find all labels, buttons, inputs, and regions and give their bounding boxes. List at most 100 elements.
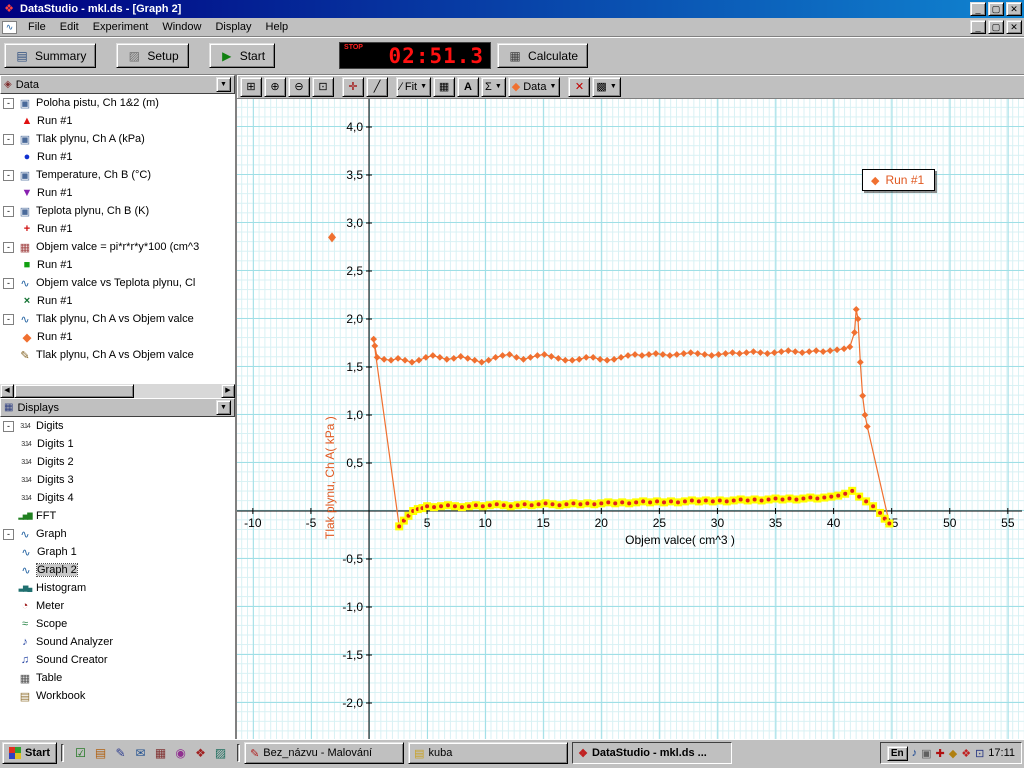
- data-source-row[interactable]: -▣Temperature, Ch B (°C): [0, 166, 235, 184]
- smart-tool-button[interactable]: ✛: [342, 77, 364, 97]
- data-point-marker[interactable]: [701, 351, 708, 358]
- data-point-marker[interactable]: [604, 357, 611, 364]
- data-point-marker[interactable]: [485, 357, 492, 364]
- data-point-marker[interactable]: [708, 352, 715, 359]
- tray-icon[interactable]: ▣: [921, 747, 931, 760]
- display-type-row[interactable]: ◔Meter: [0, 597, 235, 615]
- data-source-row[interactable]: -∿Objem valce vs Teplota plynu, Cl: [0, 274, 235, 292]
- menu-item-display[interactable]: Display: [208, 19, 258, 35]
- data-point-marker[interactable]: [464, 355, 471, 362]
- data-point-marker[interactable]: [569, 357, 576, 364]
- data-point-marker[interactable]: [659, 351, 666, 358]
- tray-icon[interactable]: ⊡: [975, 747, 984, 760]
- data-point-marker[interactable]: [666, 352, 673, 359]
- display-type-row[interactable]: ▦Table: [0, 669, 235, 687]
- quick-launch-icon[interactable]: ✎: [112, 745, 129, 762]
- zoom-in-button[interactable]: ⊕: [264, 77, 286, 97]
- language-indicator[interactable]: En: [887, 746, 908, 761]
- display-type-row[interactable]: -3.14Digits: [0, 417, 235, 435]
- data-point-marker[interactable]: [632, 351, 639, 358]
- tree-expander[interactable]: -: [3, 421, 14, 432]
- data-point-marker[interactable]: [513, 354, 520, 361]
- summary-button[interactable]: ▤ Summary: [4, 43, 96, 68]
- child-minimize-button[interactable]: _: [970, 20, 986, 34]
- data-point-marker[interactable]: [541, 351, 548, 358]
- data-point-marker[interactable]: [443, 356, 450, 363]
- data-menu-dropdown-arrow[interactable]: ▼: [549, 83, 556, 90]
- setup-button[interactable]: ▨ Setup: [116, 43, 188, 68]
- display-item[interactable]: 3.14Digits 1: [0, 435, 235, 453]
- tray-icon[interactable]: ♪: [912, 747, 918, 759]
- data-point-marker[interactable]: [673, 351, 680, 358]
- data-point-marker[interactable]: [853, 306, 860, 313]
- tree-expander[interactable]: -: [3, 278, 14, 289]
- quick-launch-icon[interactable]: ☑: [72, 745, 89, 762]
- tree-expander[interactable]: -: [3, 314, 14, 325]
- menu-item-window[interactable]: Window: [155, 19, 208, 35]
- run-item[interactable]: ◆Run #1: [0, 328, 235, 346]
- data-point-marker[interactable]: [736, 350, 743, 357]
- task-button[interactable]: ▤kuba: [408, 742, 568, 764]
- statistics-menu-dropdown-arrow[interactable]: ▼: [495, 83, 502, 90]
- chart-legend[interactable]: ◆ Run #1: [862, 169, 935, 191]
- data-point-marker[interactable]: [687, 349, 694, 356]
- run-item[interactable]: ●Run #1: [0, 148, 235, 166]
- data-point-marker[interactable]: [827, 347, 834, 354]
- menu-item-file[interactable]: File: [21, 19, 53, 35]
- run-item[interactable]: ■Run #1: [0, 256, 235, 274]
- data-point-marker[interactable]: [864, 423, 871, 430]
- data-source-row[interactable]: -▣Teplota plynu, Ch B (K): [0, 202, 235, 220]
- data-point-marker[interactable]: [520, 356, 527, 363]
- data-point-marker[interactable]: [859, 392, 866, 399]
- minimize-button[interactable]: _: [970, 2, 986, 16]
- run-item[interactable]: ▼Run #1: [0, 184, 235, 202]
- scale-to-fit-button[interactable]: ⊞: [240, 77, 262, 97]
- task-button[interactable]: ✎Bez_názvu - Malování: [244, 742, 404, 764]
- data-point-marker[interactable]: [416, 357, 423, 364]
- display-type-row[interactable]: ♫Sound Creator: [0, 651, 235, 669]
- run-item[interactable]: ▲Run #1: [0, 112, 235, 130]
- calculate-button[interactable]: ▦ Calculate: [497, 43, 588, 68]
- run1-points[interactable]: [370, 306, 870, 430]
- data-point-marker[interactable]: [395, 355, 402, 362]
- quick-launch-icon[interactable]: ◉: [172, 745, 189, 762]
- data-point-marker[interactable]: [548, 353, 555, 360]
- data-point-marker[interactable]: [457, 353, 464, 360]
- menu-item-help[interactable]: Help: [259, 19, 296, 35]
- tray-icon[interactable]: ◆: [949, 747, 957, 760]
- data-point-marker[interactable]: [597, 356, 604, 363]
- data-panel-header[interactable]: ◈ Data ▼: [0, 75, 235, 94]
- child-close-button[interactable]: ✕: [1006, 20, 1022, 34]
- data-point-marker[interactable]: [423, 354, 430, 361]
- data-point-marker[interactable]: [785, 347, 792, 354]
- restore-button[interactable]: ▢: [988, 2, 1004, 16]
- tree-expander[interactable]: -: [3, 170, 14, 181]
- start-menu-button[interactable]: Start: [2, 742, 57, 764]
- quick-launch-icon[interactable]: ▦: [152, 745, 169, 762]
- data-point-marker[interactable]: [492, 354, 499, 361]
- data-point-marker[interactable]: [478, 359, 485, 366]
- data-point-marker[interactable]: [857, 359, 864, 366]
- data-point-marker[interactable]: [611, 356, 618, 363]
- data-source-row[interactable]: ✎Tlak plynu, Ch A vs Objem valce: [0, 346, 235, 364]
- text-annotation-button[interactable]: A: [457, 77, 479, 97]
- data-menu-button[interactable]: ◆Data▼: [508, 77, 561, 97]
- data-point-marker[interactable]: [402, 357, 409, 364]
- data-source-row[interactable]: -▣Poloha pistu, Ch 1&2 (m): [0, 94, 235, 112]
- data-source-row[interactable]: -∿Tlak plynu, Ch A vs Objem valce: [0, 310, 235, 328]
- data-point-marker[interactable]: [450, 355, 457, 362]
- display-item[interactable]: 3.14Digits 2: [0, 453, 235, 471]
- zoom-select-button[interactable]: ⊡: [312, 77, 334, 97]
- data-source-row[interactable]: -▦Objem valce = pi*r*r*y*100 (cm^3: [0, 238, 235, 256]
- data-point-marker[interactable]: [722, 350, 729, 357]
- data-tree-hscrollbar[interactable]: ◀ ▶: [0, 384, 235, 398]
- data-point-marker[interactable]: [555, 355, 562, 362]
- task-button[interactable]: ❖DataStudio - mkl.ds ...: [572, 742, 732, 764]
- data-point-marker[interactable]: [813, 347, 820, 354]
- data-point-marker[interactable]: [625, 352, 632, 359]
- quick-launch-icon[interactable]: ❖: [192, 745, 209, 762]
- data-point-marker[interactable]: [799, 349, 806, 356]
- data-point-marker[interactable]: [771, 349, 778, 356]
- menu-item-experiment[interactable]: Experiment: [86, 19, 156, 35]
- data-point-marker[interactable]: [618, 354, 625, 361]
